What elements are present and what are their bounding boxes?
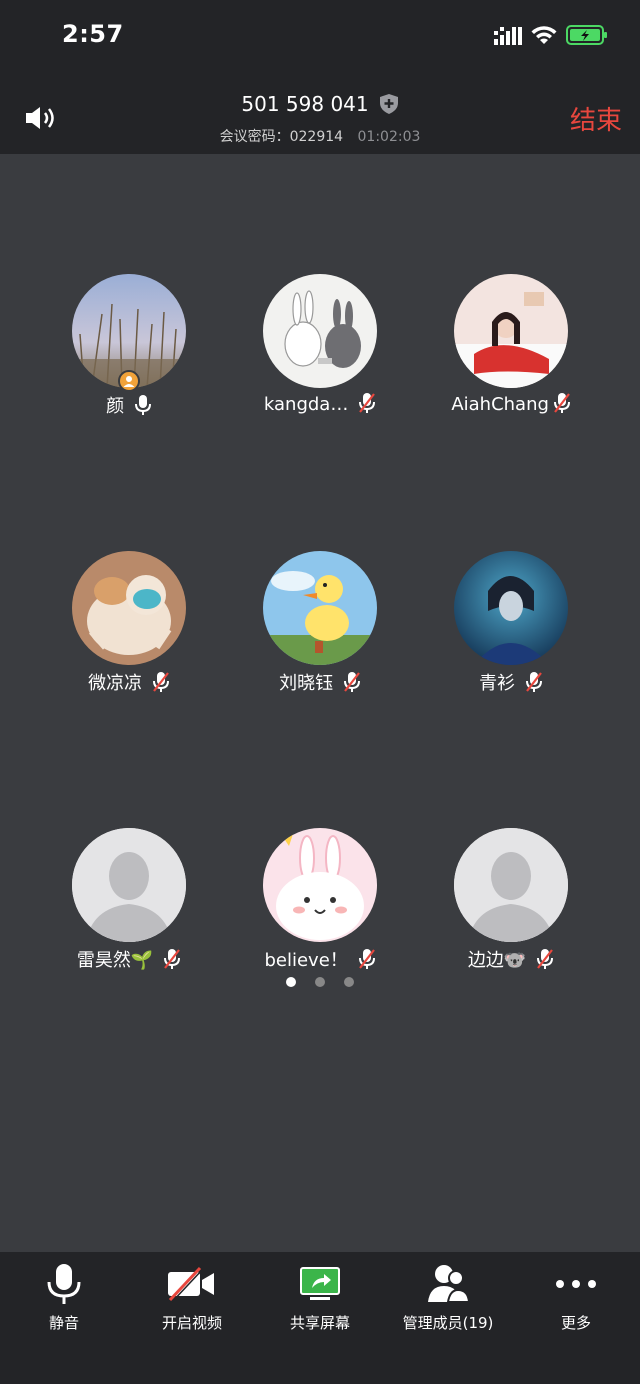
participant-tile[interactable]: 青衫 <box>416 551 606 711</box>
mute-label: 静音 <box>48 1314 79 1332</box>
end-meeting-button[interactable]: 结束 <box>570 100 622 137</box>
microphone-muted-icon <box>537 949 554 969</box>
microphone-muted-icon <box>152 672 169 692</box>
participant-tile[interactable]: kangda… <box>225 274 415 434</box>
participant-name-row: 雷昊然🌱 <box>34 946 224 972</box>
start-video-label: 开启视频 <box>161 1314 222 1332</box>
page-dot[interactable] <box>315 977 325 987</box>
avatar <box>263 274 377 388</box>
meeting-password: 会议密码：022914 <box>219 129 344 145</box>
avatar <box>454 274 568 388</box>
meeting-id-row[interactable]: 501 598 041 <box>0 92 640 116</box>
status-time: 2:57 <box>62 20 124 48</box>
default-avatar-icon <box>454 828 568 942</box>
participant-name-row: 青衫 <box>416 669 606 695</box>
start-video-button[interactable]: 开启视频 <box>128 1262 256 1342</box>
participant-name-row: 颜 <box>34 392 224 418</box>
participant-name-row: 边边🐨 <box>416 946 606 972</box>
participant-name: 青衫 <box>479 673 516 694</box>
microphone-muted-icon <box>358 949 375 969</box>
more-dots-icon <box>556 1280 596 1288</box>
participant-name-row: believe！ <box>225 946 415 972</box>
shield-icon <box>379 94 398 114</box>
page-dot[interactable] <box>344 977 355 987</box>
participant-tile[interactable]: 边边🐨 <box>416 828 606 988</box>
host-icon <box>118 370 140 392</box>
share-screen-button[interactable]: 共享屏幕 <box>256 1262 384 1342</box>
microphone-muted-icon <box>359 393 376 413</box>
manage-members-button[interactable]: 管理成员(19) <box>384 1262 512 1342</box>
participant-name: 边边🐨 <box>467 950 527 971</box>
meeting-id: 501 598 041 <box>241 92 369 116</box>
participant-name: 颜 <box>106 396 125 417</box>
participant-tile[interactable]: believe！ <box>225 828 415 988</box>
participant-name-row: AiahChang <box>416 392 606 415</box>
page-indicator[interactable] <box>0 972 640 991</box>
participant-tile[interactable]: AiahChang <box>416 274 606 434</box>
avatar <box>72 828 186 942</box>
meeting-timer: 01:02:03 <box>357 129 421 145</box>
mute-button[interactable]: 静音 <box>0 1262 128 1342</box>
status-bar: 2:57 <box>0 0 640 80</box>
participant-name: kangda… <box>263 394 349 415</box>
avatar <box>454 828 568 942</box>
participant-tile[interactable]: 刘晓钰 <box>225 551 415 711</box>
meeting-toolbar: 静音 开启视频 共享屏幕 管理成员(19) 更多 <box>0 1252 640 1384</box>
participant-tile[interactable]: 雷昊然🌱 <box>34 828 224 988</box>
meeting-header: 501 598 041 会议密码：022914 01:02:03 结束 <box>0 80 640 154</box>
participant-tile[interactable]: 颜 <box>34 274 224 434</box>
participant-name-row: 刘晓钰 <box>225 669 415 695</box>
participant-grid: 颜 kangda… AiahChang 微凉凉 刘晓钰 青衫 雷昊然🌱 beli… <box>0 154 640 1252</box>
avatar <box>72 551 186 665</box>
share-screen-icon <box>300 1267 340 1300</box>
participant-name-row: 微凉凉 <box>34 669 224 695</box>
avatar <box>263 828 377 942</box>
manage-members-label: 管理成员(19) <box>402 1314 494 1332</box>
participant-name: 雷昊然🌱 <box>76 950 154 971</box>
microphone-icon <box>134 395 151 415</box>
participant-tile[interactable]: 微凉凉 <box>34 551 224 711</box>
microphone-muted-icon <box>343 672 360 692</box>
microphone-muted-icon <box>164 949 181 969</box>
microphone-muted-icon <box>553 393 570 413</box>
wifi-icon <box>531 26 557 44</box>
participant-name: believe！ <box>264 950 348 971</box>
share-screen-label: 共享屏幕 <box>289 1314 350 1332</box>
video-camera-off-icon <box>168 1266 214 1303</box>
battery-charging-icon <box>566 25 607 45</box>
members-icon <box>428 1265 471 1303</box>
microphone-muted-icon <box>525 672 542 692</box>
microphone-icon <box>47 1264 81 1304</box>
participant-name: AiahChang <box>451 394 549 415</box>
page-dot[interactable] <box>285 977 296 987</box>
meeting-info: 会议密码：022914 01:02:03 <box>0 126 640 146</box>
participant-name-row: kangda… <box>225 392 415 415</box>
participant-name: 刘晓钰 <box>279 673 334 694</box>
default-avatar-icon <box>72 828 186 942</box>
more-label: 更多 <box>560 1314 591 1332</box>
cellular-signal-icon <box>494 27 522 45</box>
avatar <box>454 551 568 665</box>
more-button[interactable]: 更多 <box>512 1262 640 1342</box>
avatar <box>263 551 377 665</box>
participant-name: 微凉凉 <box>88 673 143 694</box>
